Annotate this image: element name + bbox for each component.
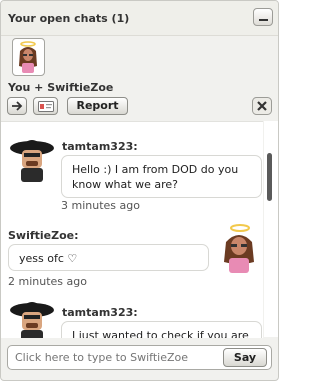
message-composer: Say [7,345,272,370]
tamtam323-avatar [10,302,54,338]
arrow-right-icon [12,101,23,111]
window-title: Your open chats (1) [8,12,130,25]
message-bubble: yess ofc ♡ [8,244,209,271]
swiftiezoe-avatar [224,224,254,273]
message-sender: tamtam323: [62,306,138,319]
message-sender: SwiftieZoe: [8,229,79,242]
profile-card-icon [38,101,54,112]
message-bubble: I just wanted to check if you are [61,321,262,338]
message-sender: tamtam323: [62,140,138,153]
swiftiezoe-tab-avatar [19,41,37,73]
message-timestamp: 3 minutes ago [61,199,140,212]
message-input[interactable] [15,347,220,368]
chat-toolbar: Report [1,95,278,119]
tamtam323-avatar [10,140,54,182]
title-bar: Your open chats (1) [1,1,278,36]
message-timestamp: 2 minutes ago [8,275,87,288]
minimize-button[interactable] [253,8,273,26]
close-chat-button[interactable] [252,97,272,115]
scrollbar-thumb[interactable] [267,153,272,201]
chat-participants: You + SwiftieZoe [8,81,114,94]
message-bubble: Hello :) I am from DOD do you know what … [61,155,262,198]
say-button[interactable]: Say [223,348,267,367]
open-chat-tab-swiftiezoe[interactable] [12,38,45,76]
profile-button[interactable] [33,97,58,115]
forward-button[interactable] [7,97,27,115]
message-list[interactable]: tamtam323: Hello :) I am from DOD do you… [1,121,263,338]
chat-window: Your open chats (1) You + SwiftieZoe Rep… [0,0,279,381]
chat-scrollbar[interactable] [264,121,278,337]
close-icon [252,97,272,115]
minimize-icon [259,19,268,21]
report-button[interactable]: Report [67,97,128,115]
